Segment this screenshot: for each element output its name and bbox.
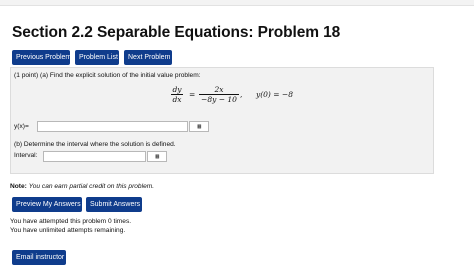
rhs-numerator: 2x (214, 85, 224, 94)
problem-list-button[interactable]: Problem List (75, 50, 119, 65)
note-label: Note: (10, 183, 27, 190)
rhs-fraction: 2x −8y − 10 (199, 85, 239, 104)
part-a-text: (1 point) (a) Find the explicit solution… (14, 72, 201, 79)
preview-answers-button[interactable]: Preview My Answers (12, 197, 82, 212)
remaining-attempts-text: You have unlimited attempts remaining. (10, 227, 126, 234)
equation-editor-button[interactable]: ▦ (189, 121, 209, 132)
rhs-denominator: −8y − 10 (201, 95, 237, 104)
submit-answers-button[interactable]: Submit Answers (86, 197, 142, 212)
y-of-x-label: y(x)= (14, 123, 29, 130)
interval-label: Interval: (14, 152, 38, 159)
part-b-text: (b) Determine the interval where the sol… (14, 141, 176, 148)
partial-credit-note: Note: You can earn partial credit on thi… (10, 183, 154, 190)
grid-icon: ▦ (155, 152, 159, 160)
equals-sign: = (189, 90, 196, 99)
y-of-x-answer-input[interactable] (37, 121, 188, 132)
note-text: You can earn partial credit on this prob… (28, 183, 155, 190)
dy-numerator: dy (172, 85, 182, 94)
previous-problem-button[interactable]: Previous Problem (12, 50, 71, 65)
next-problem-button[interactable]: Next Problem (124, 50, 172, 65)
attempts-text: You have attempted this problem 0 times. (10, 218, 132, 225)
email-instructor-button[interactable]: Email instructor (12, 250, 66, 265)
grid-icon: ▦ (197, 122, 201, 130)
interval-answer-input[interactable] (43, 151, 146, 162)
page-title: Section 2.2 Separable Equations: Problem… (12, 24, 341, 41)
initial-condition: y(0) = −8 (256, 90, 293, 99)
equation-editor-button[interactable]: ▦ (147, 151, 167, 162)
comma: , (240, 90, 243, 99)
top-bar (0, 0, 474, 6)
dx-denominator: dx (172, 95, 182, 104)
problem-panel: (1 point) (a) Find the explicit solution… (10, 67, 434, 174)
dy-dx-fraction: dy dx (171, 85, 183, 104)
